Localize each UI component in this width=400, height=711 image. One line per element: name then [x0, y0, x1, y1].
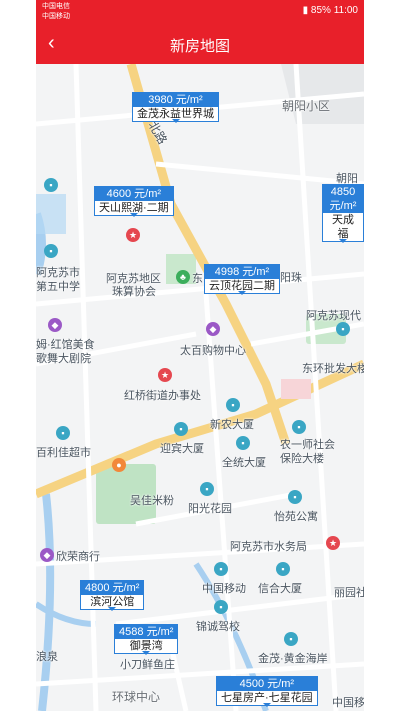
phone-screen: 中国电信 中国移动 ▮ 85% 11:00 ‹ 新房地图 朝阳小区 北路 朝阳 …	[36, 0, 364, 711]
association-icon[interactable]: ★	[126, 228, 140, 242]
jincheng-icon[interactable]: ▪	[214, 600, 228, 614]
poi-xinrong[interactable]: 欣荣商行	[56, 548, 100, 564]
clock: 11:00	[333, 5, 358, 16]
poi-yingbin[interactable]: 迎宾大厦	[160, 440, 204, 456]
status-bar: 中国电信 中国移动 ▮ 85% 11:00	[36, 0, 364, 24]
poi-shuiwu[interactable]: 阿克苏市水务局	[230, 538, 307, 554]
theater-icon[interactable]: ◆	[48, 318, 62, 332]
supermarket-icon[interactable]: ▪	[56, 426, 70, 440]
listing-name: 天山熙湖·二期	[99, 202, 169, 214]
listing-price: 4850 元/m²	[323, 185, 363, 213]
xinrong-icon[interactable]: ◆	[40, 548, 54, 562]
quancheng-icon[interactable]: ▪	[236, 436, 250, 450]
listing-name: 御景湾	[129, 640, 163, 652]
poi-jinmao[interactable]: 金茂·黄金海岸	[258, 650, 328, 666]
listing-jinmao-world[interactable]: 3980 元/m² 金茂永益世界城	[132, 92, 219, 123]
nongyi-icon[interactable]: ▪	[292, 420, 306, 434]
poi-huanqiu[interactable]: 环球中心	[112, 688, 160, 705]
poi-langquan[interactable]: 浪泉	[36, 648, 58, 664]
listing-yunding[interactable]: 4998 元/m² 云顶花园二期	[204, 264, 280, 295]
listing-name: 滨河公馆	[90, 596, 135, 608]
listing-name: 云顶花园二期	[209, 280, 275, 292]
building-icon[interactable]: ▪	[44, 178, 58, 192]
school-icon[interactable]: ▪	[44, 244, 58, 258]
restaurant-icon[interactable]: ●	[112, 458, 126, 472]
left-margin	[0, 0, 36, 711]
listing-price: 3980 元/m²	[133, 93, 218, 107]
poi-nongyi-2[interactable]: 保险大楼	[280, 450, 324, 466]
battery-icon: ▮	[302, 5, 309, 16]
page-title: 新房地图	[169, 38, 230, 55]
listing-price: 4600 元/m²	[95, 187, 173, 201]
battery-level: 85%	[310, 5, 331, 16]
listing-qixing[interactable]: 4500 元/m² 七星房产·七星花园	[216, 676, 318, 707]
nav-bar: ‹ 新房地图	[36, 24, 364, 64]
poi-jincheng[interactable]: 锦诚驾校	[196, 618, 240, 634]
listing-tiancheng[interactable]: 4850 元/m² 天成福	[322, 184, 364, 243]
poi-xiandai[interactable]: 阿克苏现代	[306, 307, 361, 323]
poi-yangguang[interactable]: 阳光花园	[188, 500, 232, 516]
office-icon[interactable]: ★	[158, 368, 172, 382]
carrier-1: 中国电信	[42, 3, 70, 10]
listing-tianshan[interactable]: 4600 元/m² 天山熙湖·二期	[94, 186, 174, 217]
carrier-2: 中国移动	[42, 13, 70, 20]
listing-name: 七星房产·七星花园	[221, 692, 313, 704]
poi-dong[interactable]: 东	[192, 270, 203, 286]
yangguang-icon[interactable]: ▪	[200, 482, 214, 496]
poi-hongqiao[interactable]: 红桥街道办事处	[124, 387, 201, 403]
listing-name: 天成福	[332, 214, 354, 240]
poi-yangzhu[interactable]: 阳珠	[280, 269, 302, 285]
map-view[interactable]: 朝阳小区 北路 朝阳 ▪ 阿克苏市 第五中学 ▪ ★ 阿克苏地区 珠算协会 ♣ …	[36, 64, 364, 711]
poi-xinnong[interactable]: 新农大厦	[210, 416, 254, 432]
listing-name: 金茂永益世界城	[137, 108, 214, 120]
listing-price: 4800 元/m²	[81, 581, 144, 595]
poi-quancheng[interactable]: 全统大厦	[222, 454, 266, 470]
mobile-icon[interactable]: ▪	[214, 562, 228, 576]
poi-lirun[interactable]: 丽园社	[334, 584, 364, 600]
poi-chinamobile-2[interactable]: 中国移	[332, 694, 364, 710]
yiyuan-icon[interactable]: ▪	[288, 490, 302, 504]
poi-baili[interactable]: 百利佳超市	[36, 444, 91, 460]
poi-dongsan[interactable]: 东环批发大楼	[302, 360, 364, 376]
listing-price: 4998 元/m²	[205, 265, 279, 279]
shopping-icon[interactable]: ◆	[206, 322, 220, 336]
poi-chaoyang[interactable]: 朝阳小区	[282, 97, 330, 114]
poi-chinamobile[interactable]: 中国移动	[202, 580, 246, 596]
poi-zhusuan-2[interactable]: 珠算协会	[112, 283, 156, 299]
listing-yujingwan[interactable]: 4588 元/m² 御景湾	[114, 624, 179, 655]
poi-wujia[interactable]: 吴佳米粉	[130, 492, 174, 508]
poi-akesu-school-5b[interactable]: 第五中学	[36, 278, 80, 294]
listing-price: 4588 元/m²	[115, 625, 178, 639]
yingbin-icon[interactable]: ▪	[174, 422, 188, 436]
poi-xinhe[interactable]: 信合大厦	[258, 580, 302, 596]
carrier-info: 中国电信 中国移动	[42, 2, 70, 22]
listing-binhe[interactable]: 4800 元/m² 滨河公馆	[80, 580, 145, 611]
listing-price: 4500 元/m²	[217, 677, 317, 691]
status-right: ▮ 85% 11:00	[303, 5, 358, 16]
xinnong-icon[interactable]: ▪	[226, 398, 240, 412]
modern-icon[interactable]: ▪	[336, 322, 350, 336]
xinhe-icon[interactable]: ▪	[276, 562, 290, 576]
shuiwu-icon[interactable]: ★	[326, 536, 340, 550]
poi-taibai[interactable]: 太百购物中心	[180, 342, 246, 358]
poi-hongguan-2[interactable]: 歌舞大剧院	[36, 350, 91, 366]
poi-yiyuan[interactable]: 怡苑公寓	[274, 508, 318, 524]
right-margin	[364, 0, 400, 711]
jinmao-icon[interactable]: ▪	[284, 632, 298, 646]
park-icon[interactable]: ♣	[176, 270, 190, 284]
